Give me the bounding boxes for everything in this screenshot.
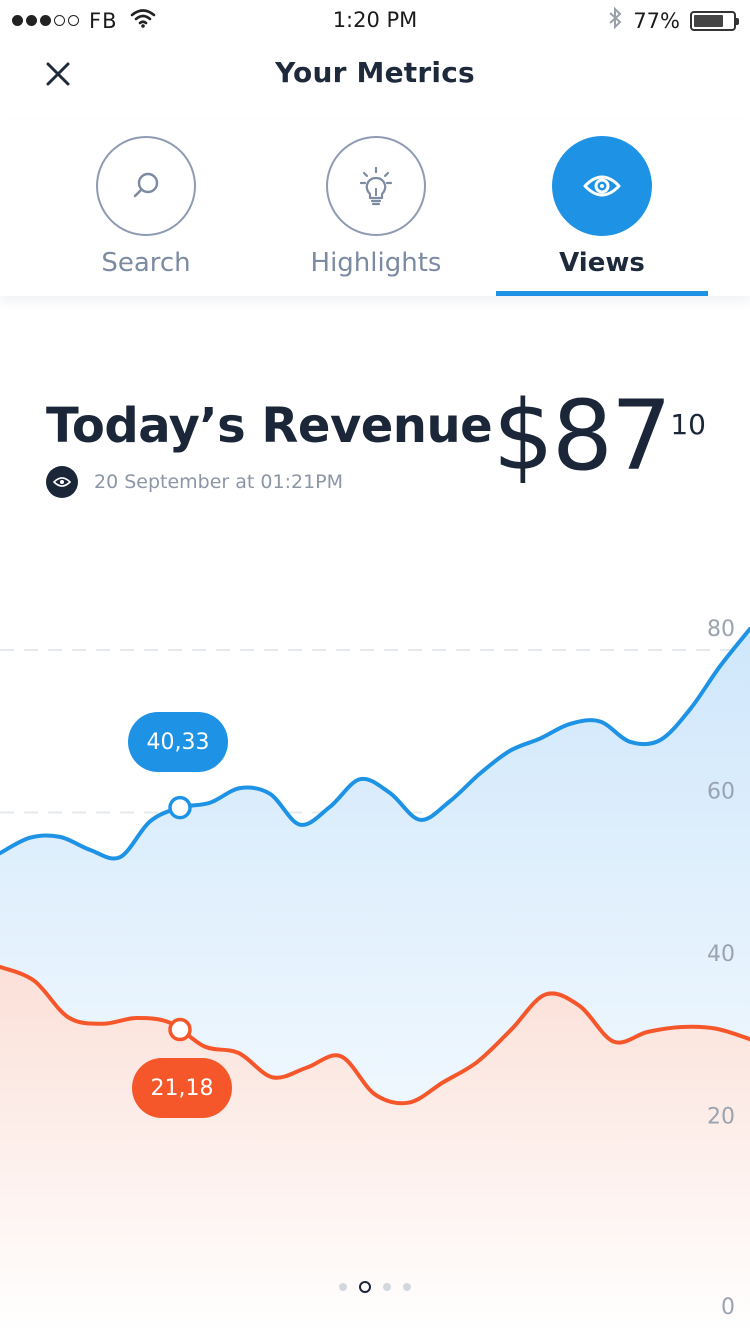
tab-highlights[interactable]: Highlights [276, 136, 476, 278]
battery-percent: 77% [633, 8, 680, 33]
revenue-date-row: 20 September at 01:21PM [46, 466, 343, 498]
orange-highlight-point[interactable] [168, 1017, 192, 1042]
page-dot[interactable] [403, 1283, 411, 1291]
battery-icon [690, 10, 739, 31]
orange-value-tooltip: 21,18 [132, 1058, 232, 1118]
y-tick-label: 40 [707, 942, 735, 967]
y-tick-label: 20 [707, 1105, 735, 1130]
metric-tabs: Search Highlights Views [0, 120, 750, 296]
page-dot[interactable] [359, 1281, 371, 1293]
page-dot[interactable] [383, 1283, 391, 1291]
page-indicator [0, 1281, 750, 1293]
tab-highlights-label: Highlights [310, 248, 442, 278]
y-tick-label: 80 [707, 617, 735, 642]
lightbulb-icon [359, 166, 393, 206]
bluetooth-icon [607, 6, 623, 35]
tab-views[interactable]: Views [502, 136, 702, 278]
tab-highlights-circle [326, 136, 426, 236]
active-tab-indicator [496, 291, 708, 296]
y-tick-label: 60 [707, 780, 735, 805]
tab-search-label: Search [101, 248, 191, 278]
eye-icon [583, 175, 621, 197]
blue-value-tooltip: 40,33 [128, 712, 228, 772]
revenue-amount: $87 [492, 380, 672, 492]
page-dot[interactable] [339, 1283, 347, 1291]
eye-badge-icon [46, 466, 78, 498]
blue-highlight-point[interactable] [168, 795, 192, 820]
revenue-date: 20 September at 01:21PM [94, 471, 344, 493]
tab-search-circle [96, 136, 196, 236]
tab-views-label: Views [559, 248, 645, 278]
status-bar: FB 1:20 PM 77% [0, 0, 750, 40]
tab-search[interactable]: Search [46, 136, 246, 278]
revenue-cents: 10 [670, 408, 706, 441]
tab-views-circle [552, 136, 652, 236]
search-icon [133, 172, 159, 198]
revenue-chart[interactable]: 80 60 40 20 0 [0, 560, 750, 1334]
y-tick-label: 0 [721, 1295, 735, 1320]
page-title: Your Metrics [275, 56, 475, 89]
revenue-title: Today’s Revenue [46, 398, 493, 454]
